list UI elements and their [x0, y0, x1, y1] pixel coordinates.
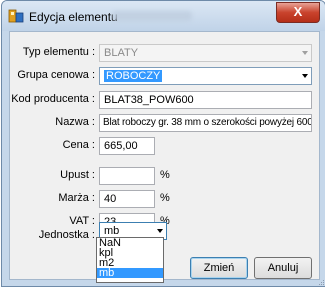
jednostka-value: mb [104, 225, 120, 237]
marza-label: Marża : [58, 192, 95, 204]
nazwa-label: Nazwa : [55, 116, 95, 128]
grupa-cenowa-value: ROBOCZY [104, 70, 163, 82]
app-icon [8, 9, 24, 23]
dropdown-option-selected[interactable]: mb [97, 268, 163, 279]
chevron-down-icon [302, 74, 308, 78]
resize-grip-icon[interactable] [317, 278, 325, 286]
chevron-down-icon [302, 51, 308, 55]
grupa-cenowa-label: Grupa cenowa : [17, 69, 95, 81]
cena-input[interactable]: 665,00 [99, 137, 155, 155]
dialog-body: Typ elementu : BLATY Grupa cenowa : ROBO… [9, 31, 320, 280]
marza-percent-unit: % [160, 192, 170, 204]
jednostka-label: Jednostka : [38, 229, 95, 241]
grupa-cenowa-select[interactable]: ROBOCZY [99, 67, 312, 85]
anuluj-button[interactable]: Anuluj [254, 257, 312, 279]
vat-label: VAT : [69, 215, 95, 227]
title-blurred-text [112, 11, 192, 21]
upust-label: Upust : [60, 169, 95, 181]
kod-producenta-input[interactable]: BLAT38_POW600 [99, 91, 312, 109]
jednostka-dropdown-list: NaN kpl m2 mb [96, 237, 164, 283]
typ-elementu-value: BLATY [104, 47, 139, 59]
window-title: Edycja elementu [29, 10, 118, 24]
typ-elementu-label: Typ elementu : [22, 46, 95, 58]
nazwa-input[interactable]: Blat roboczy gr. 38 mm o szerokości powy… [99, 114, 312, 132]
close-button[interactable]: X [276, 2, 320, 23]
upust-input[interactable] [99, 167, 155, 185]
marza-input[interactable]: 40 [99, 190, 155, 208]
chevron-down-icon [157, 229, 163, 233]
zmien-button[interactable]: Zmień [190, 257, 248, 279]
kod-producenta-label: Kod producenta : [11, 93, 95, 105]
upust-percent-unit: % [160, 169, 170, 181]
typ-elementu-select: BLATY [99, 44, 312, 62]
title-bar[interactable]: Edycja elementu X [2, 1, 325, 31]
cena-label: Cena : [62, 139, 95, 151]
